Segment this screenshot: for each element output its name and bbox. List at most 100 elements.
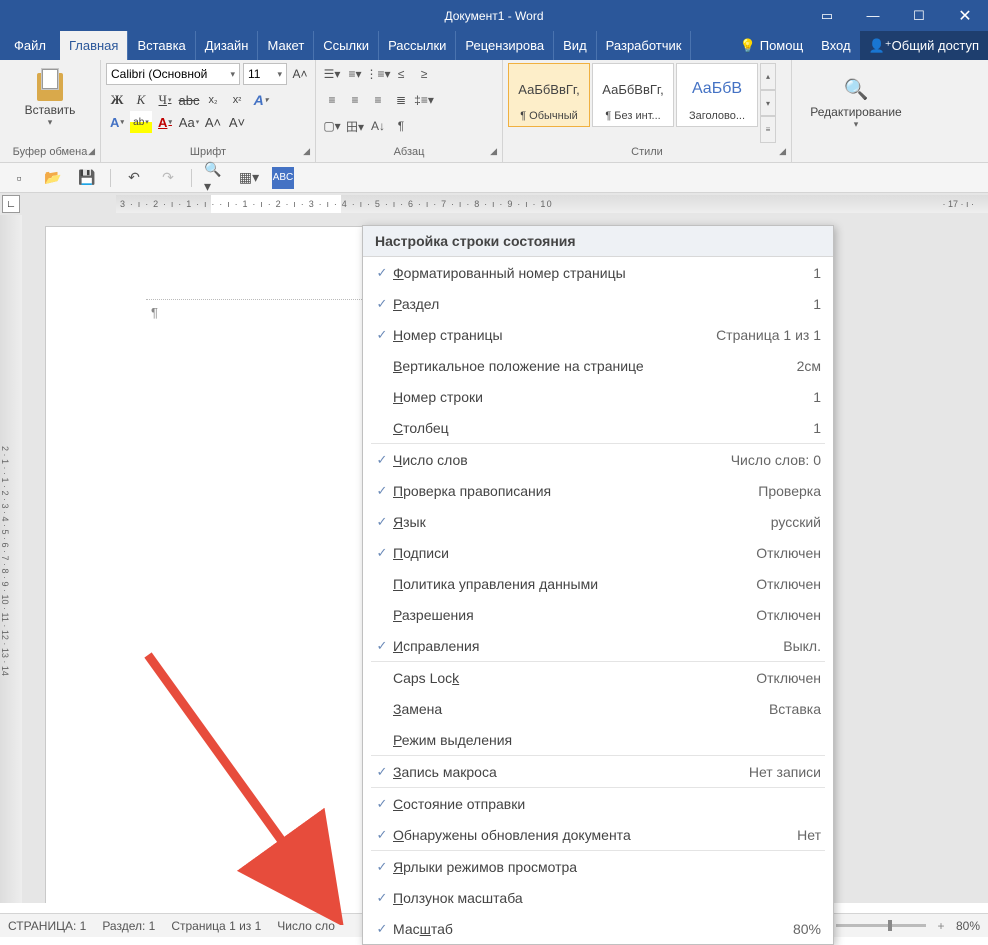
bold-button[interactable]: Ж: [106, 89, 128, 111]
tell-me[interactable]: 💡Помощ: [731, 31, 813, 60]
statusbar-option[interactable]: Вертикальное положение на странице2см: [363, 350, 833, 381]
grow-font-button[interactable]: A˄: [202, 111, 224, 133]
statusbar-option[interactable]: Caps LockОтключен: [363, 662, 833, 693]
paste-icon[interactable]: [33, 67, 67, 103]
align-right-button[interactable]: ≡: [367, 89, 389, 111]
statusbar-option[interactable]: ✓Число словЧисло слов: 0: [363, 444, 833, 475]
sort-button[interactable]: A↓: [367, 115, 389, 137]
ribbon-display-options[interactable]: ▭: [804, 0, 850, 31]
statusbar-option[interactable]: ✓Запись макросаНет записи: [363, 756, 833, 787]
statusbar-option[interactable]: Политика управления даннымиОтключен: [363, 568, 833, 599]
tab-home[interactable]: Главная: [60, 31, 128, 60]
text-effects-button[interactable]: A▾: [250, 89, 272, 111]
borders-button[interactable]: 田▾: [344, 115, 366, 137]
vertical-ruler[interactable]: 2 · 1 · · 1 · 2 · 3 · 4 · 5 · 6 · 7 · 8 …: [0, 215, 22, 903]
statusbar-option[interactable]: ✓Проверка правописанияПроверка: [363, 475, 833, 506]
paste-button[interactable]: Вставить: [25, 103, 76, 117]
strikethrough-button[interactable]: abc: [178, 89, 200, 111]
shading-button[interactable]: ▢▾: [321, 115, 343, 137]
share-button[interactable]: 👤⁺ Общий доступ: [860, 31, 988, 60]
text-fill-button[interactable]: A▾: [106, 111, 128, 133]
font-name-select[interactable]: Calibri (Основной▾: [106, 63, 240, 85]
styles-dialog-launcher[interactable]: ◢: [779, 146, 786, 157]
style-normal[interactable]: АаБбВвГг, ¶ Обычный: [508, 63, 590, 127]
statusbar-option[interactable]: ✓ИсправленияВыкл.: [363, 630, 833, 661]
status-word-count[interactable]: Число сло: [277, 919, 335, 933]
shrink-font-button[interactable]: A˅: [226, 111, 248, 133]
clipboard-dialog-launcher[interactable]: ◢: [88, 146, 95, 157]
multilevel-button[interactable]: ⋮≡▾: [367, 63, 389, 85]
status-section[interactable]: Раздел: 1: [102, 919, 155, 933]
highlight-button[interactable]: ab▾: [130, 111, 152, 133]
statusbar-option[interactable]: ✓Масштаб80%: [363, 913, 833, 944]
tab-view[interactable]: Вид: [554, 31, 597, 60]
redo-button[interactable]: ↷: [157, 167, 179, 189]
undo-button[interactable]: ↶: [123, 167, 145, 189]
statusbar-option[interactable]: ✓Ползунок масштаба: [363, 882, 833, 913]
styles-gallery-spinner[interactable]: ▴▾≡: [760, 63, 776, 143]
zoom-slider[interactable]: [836, 924, 926, 927]
tab-design[interactable]: Дизайн: [196, 31, 259, 60]
style-no-spacing[interactable]: АаБбВвГг, ¶ Без инт...: [592, 63, 674, 127]
paragraph-dialog-launcher[interactable]: ◢: [490, 146, 497, 157]
close-button[interactable]: ✕: [942, 0, 988, 31]
tab-file[interactable]: Файл: [0, 31, 60, 60]
statusbar-option[interactable]: ✓Раздел1: [363, 288, 833, 319]
underline-button[interactable]: Ч▾: [154, 89, 176, 111]
tab-developer[interactable]: Разработчик: [597, 31, 692, 60]
statusbar-option[interactable]: Столбец1: [363, 412, 833, 443]
statusbar-option[interactable]: ✓Форматированный номер страницы1: [363, 257, 833, 288]
statusbar-option[interactable]: Режим выделения: [363, 724, 833, 755]
change-case-button[interactable]: Aa▾: [178, 111, 200, 133]
preview-button[interactable]: 🔍▾: [204, 167, 226, 189]
statusbar-option[interactable]: ✓Номер страницыСтраница 1 из 1: [363, 319, 833, 350]
increase-indent-button[interactable]: ≥: [413, 63, 435, 85]
tab-references[interactable]: Ссылки: [314, 31, 379, 60]
italic-button[interactable]: К: [130, 89, 152, 111]
open-button[interactable]: 📂: [42, 167, 64, 189]
status-page-of[interactable]: Страница 1 из 1: [171, 919, 261, 933]
minimize-button[interactable]: ―: [850, 0, 896, 31]
tab-insert[interactable]: Вставка: [128, 31, 195, 60]
font-color-button[interactable]: A▾: [154, 111, 176, 133]
statusbar-option[interactable]: ✓Языкрусский: [363, 506, 833, 537]
new-doc-button[interactable]: ▫: [8, 167, 30, 189]
table-button[interactable]: ▦▾: [238, 167, 260, 189]
title-bar: Документ1 - Word ▭ ― ☐ ✕: [0, 0, 988, 31]
editing-button[interactable]: Редактирование: [810, 105, 901, 119]
maximize-button[interactable]: ☐: [896, 0, 942, 31]
statusbar-option[interactable]: Номер строки1: [363, 381, 833, 412]
show-marks-button[interactable]: ¶: [390, 115, 412, 137]
bullets-button[interactable]: ☰▾: [321, 63, 343, 85]
line-spacing-button[interactable]: ‡≡▾: [413, 89, 435, 111]
save-button[interactable]: 💾: [76, 167, 98, 189]
decrease-indent-button[interactable]: ≤: [390, 63, 412, 85]
align-center-button[interactable]: ≡: [344, 89, 366, 111]
style-heading1[interactable]: АаБбВ Заголово...: [676, 63, 758, 127]
zoom-in-button[interactable]: +: [934, 919, 948, 933]
font-dialog-launcher[interactable]: ◢: [303, 146, 310, 157]
tab-review[interactable]: Рецензирова: [456, 31, 554, 60]
numbering-button[interactable]: ≡▾: [344, 63, 366, 85]
increase-font-button[interactable]: A˄: [290, 63, 310, 85]
font-size-select[interactable]: 11▾: [243, 63, 287, 85]
status-page[interactable]: СТРАНИЦА: 1: [8, 919, 86, 933]
statusbar-option[interactable]: ✓Обнаружены обновления документаНет: [363, 819, 833, 850]
horizontal-ruler[interactable]: 3 · ı · 2 · ı · 1 · ı · · ı · 1 · ı · 2 …: [116, 195, 988, 213]
align-left-button[interactable]: ≡: [321, 89, 343, 111]
statusbar-option[interactable]: ЗаменаВставка: [363, 693, 833, 724]
tab-mailings[interactable]: Рассылки: [379, 31, 456, 60]
subscript-button[interactable]: x: [202, 89, 224, 111]
tab-selector[interactable]: ∟: [2, 195, 20, 213]
sign-in[interactable]: Вход: [812, 31, 859, 60]
statusbar-option[interactable]: ✓Ярлыки режимов просмотра: [363, 851, 833, 882]
statusbar-option[interactable]: РазрешенияОтключен: [363, 599, 833, 630]
tab-layout[interactable]: Макет: [258, 31, 314, 60]
justify-button[interactable]: ≣: [390, 89, 412, 111]
statusbar-option[interactable]: ✓ПодписиОтключен: [363, 537, 833, 568]
superscript-button[interactable]: x: [226, 89, 248, 111]
statusbar-option[interactable]: ✓Состояние отправки: [363, 788, 833, 819]
find-icon[interactable]: 🔍: [844, 77, 869, 102]
zoom-level[interactable]: 80%: [956, 919, 980, 933]
spellcheck-button[interactable]: ABC: [272, 167, 294, 189]
